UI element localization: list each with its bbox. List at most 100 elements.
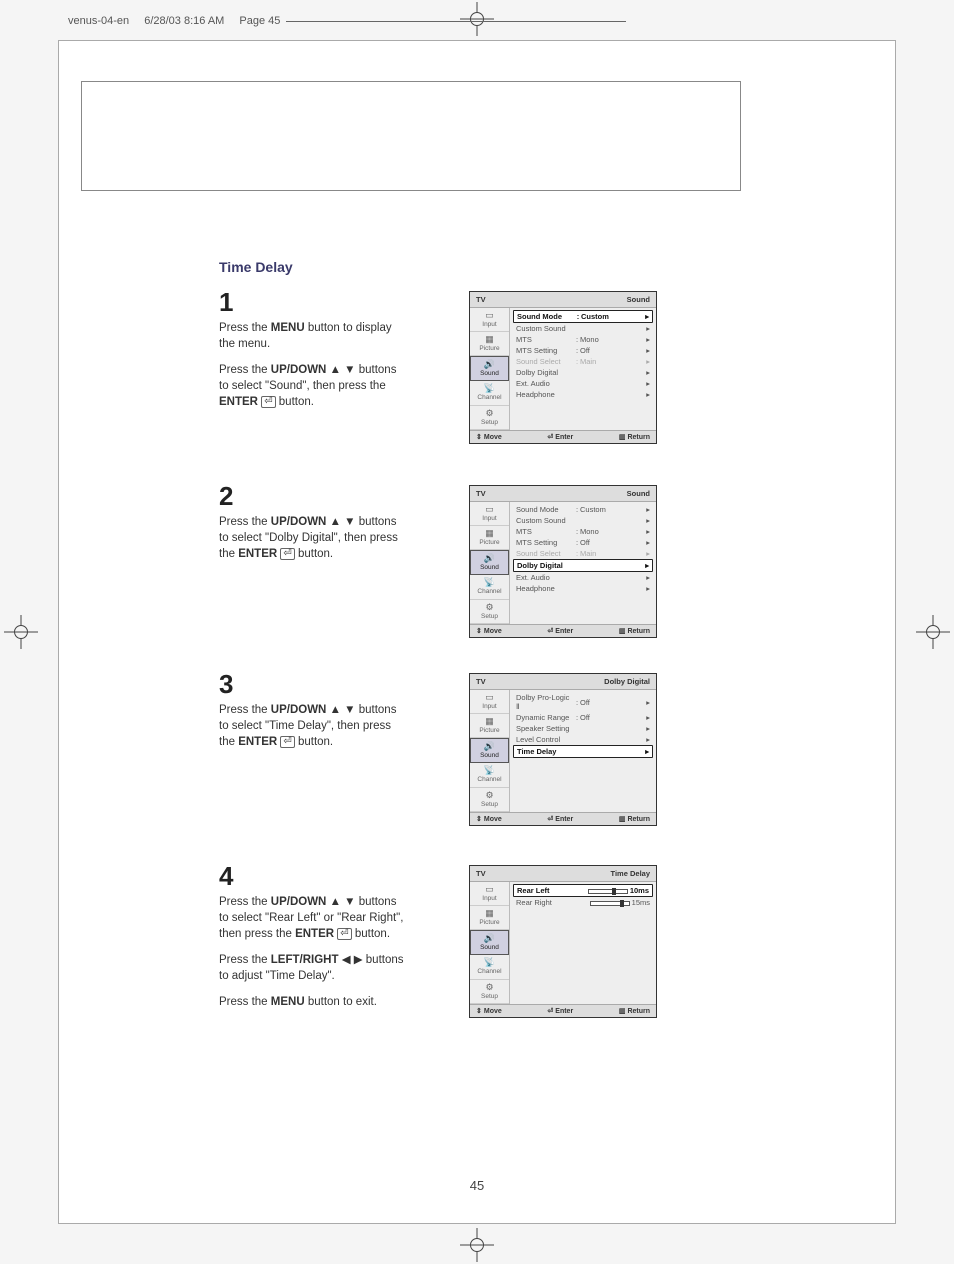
picture-icon: ▦: [472, 717, 507, 726]
option-label: Dynamic Range: [516, 713, 574, 722]
option-label: Sound Mode: [516, 505, 574, 514]
menu-title-right: Sound: [627, 295, 650, 304]
menu-footer: MoveEnterReturn: [470, 1004, 656, 1017]
slider-track[interactable]: [588, 889, 628, 894]
menu-option[interactable]: Sound Mode:Custom▸: [513, 310, 653, 323]
menu-option[interactable]: Dolby Digital▸: [513, 559, 653, 572]
menu-option[interactable]: Rear Left 10ms: [513, 884, 653, 897]
nav-item-channel[interactable]: 📡Channel: [470, 575, 509, 599]
step-text: Press the UP/DOWN ▲ ▼ buttons to select …: [219, 514, 409, 562]
step-paragraph: Press the UP/DOWN ▲ ▼ buttons to select …: [219, 894, 409, 942]
input-icon: ▭: [472, 885, 507, 894]
nav-item-channel[interactable]: 📡Channel: [470, 955, 509, 979]
osd-menu: TVTime Delay▭Input▦Picture🔊Sound📡Channel…: [469, 865, 657, 1018]
nav-item-input[interactable]: ▭Input: [470, 690, 509, 714]
input-icon: ▭: [472, 693, 507, 702]
nav-item-picture[interactable]: ▦Picture: [470, 714, 509, 738]
picture-icon: ▦: [472, 909, 507, 918]
step-paragraph: Press the UP/DOWN ▲ ▼ buttons to select …: [219, 362, 409, 410]
menu-option[interactable]: MTS:Mono▸: [513, 526, 653, 537]
nav-item-channel[interactable]: 📡Channel: [470, 763, 509, 787]
picture-icon: ▦: [472, 335, 507, 344]
nav-item-sound[interactable]: 🔊Sound: [470, 356, 509, 381]
chevron-right-icon: ▸: [642, 516, 650, 525]
slider-knob[interactable]: [620, 900, 624, 907]
nav-item-setup[interactable]: ⚙Setup: [470, 600, 509, 624]
nav-item-input[interactable]: ▭Input: [470, 502, 509, 526]
menu-title-right: Dolby Digital: [604, 677, 650, 686]
option-label: Ext. Audio: [516, 573, 574, 582]
menu-option[interactable]: MTS Setting:Off▸: [513, 345, 653, 356]
setup-icon: ⚙: [472, 983, 507, 992]
option-label: Sound Mode: [517, 312, 575, 321]
menu-option[interactable]: Dynamic Range:Off▸: [513, 712, 653, 723]
option-label: Speaker Setting: [516, 724, 574, 733]
chevron-right-icon: ▸: [642, 735, 650, 744]
menu-option[interactable]: Ext. Audio▸: [513, 572, 653, 583]
nav-item-input[interactable]: ▭Input: [470, 308, 509, 332]
menu-option[interactable]: Speaker Setting▸: [513, 723, 653, 734]
step-text: Press the UP/DOWN ▲ ▼ buttons to select …: [219, 702, 409, 750]
nav-item-sound[interactable]: 🔊Sound: [470, 738, 509, 763]
option-label: Level Control: [516, 735, 574, 744]
menu-title-left: TV: [476, 677, 486, 686]
step-paragraph: Press the UP/DOWN ▲ ▼ buttons to select …: [219, 702, 409, 750]
menu-option[interactable]: MTS Setting:Off▸: [513, 537, 653, 548]
chevron-right-icon: ▸: [642, 549, 650, 558]
chevron-right-icon: ▸: [642, 324, 650, 333]
chevron-right-icon: ▸: [642, 379, 650, 388]
nav-item-input[interactable]: ▭Input: [470, 882, 509, 906]
step-paragraph: Press the LEFT/RIGHT ◀ ▶ buttons to adju…: [219, 952, 409, 984]
chevron-right-icon: ▸: [642, 335, 650, 344]
option-value: Main: [580, 549, 642, 558]
step-paragraph: Press the MENU button to display the men…: [219, 320, 409, 352]
step-text: Press the MENU button to display the men…: [219, 320, 409, 410]
menu-option[interactable]: Ext. Audio ▸: [513, 378, 653, 389]
slider-track[interactable]: [590, 901, 630, 906]
nav-item-channel[interactable]: 📡Channel: [470, 381, 509, 405]
channel-icon: 📡: [472, 958, 507, 967]
footer-enter: Enter: [547, 627, 573, 635]
nav-item-picture[interactable]: ▦Picture: [470, 526, 509, 550]
registration-mark-icon: [916, 615, 950, 649]
menu-option[interactable]: Dolby Pro-Logic Ⅱ:Off▸: [513, 692, 653, 712]
instruction-step: 3Press the UP/DOWN ▲ ▼ buttons to select…: [219, 669, 759, 760]
menu-option[interactable]: Headphone▸: [513, 389, 653, 400]
nav-item-sound[interactable]: 🔊Sound: [470, 550, 509, 575]
menu-option[interactable]: Custom Sound▸: [513, 515, 653, 526]
header-placeholder-box: [81, 81, 741, 191]
footer-move: Move: [476, 1007, 502, 1015]
option-value: Off: [580, 346, 642, 355]
menu-option[interactable]: Sound Select:Main▸: [513, 548, 653, 559]
registration-mark-icon: [460, 1228, 494, 1262]
nav-item-setup[interactable]: ⚙Setup: [470, 788, 509, 812]
nav-item-setup[interactable]: ⚙Setup: [470, 980, 509, 1004]
menu-option[interactable]: Sound Select:Main▸: [513, 356, 653, 367]
footer-return: Return: [619, 627, 650, 635]
menu-option[interactable]: Custom Sound▸: [513, 323, 653, 334]
nav-item-picture[interactable]: ▦Picture: [470, 906, 509, 930]
print-crop-header: venus-04-en 6/28/03 8:16 AM Page 45: [68, 10, 954, 32]
step-paragraph: Press the UP/DOWN ▲ ▼ buttons to select …: [219, 514, 409, 562]
chevron-right-icon: ▸: [642, 390, 650, 399]
menu-option[interactable]: MTS:Mono▸: [513, 334, 653, 345]
nav-item-picture[interactable]: ▦Picture: [470, 332, 509, 356]
menu-option[interactable]: Level Control ▸: [513, 734, 653, 745]
nav-item-setup[interactable]: ⚙Setup: [470, 406, 509, 430]
nav-item-sound[interactable]: 🔊Sound: [470, 930, 509, 955]
menu-title-left: TV: [476, 295, 486, 304]
instruction-step: 2Press the UP/DOWN ▲ ▼ buttons to select…: [219, 481, 759, 572]
chevron-right-icon: ▸: [642, 584, 650, 593]
footer-enter: Enter: [547, 433, 573, 441]
menu-option[interactable]: Sound Mode:Custom▸: [513, 504, 653, 515]
print-doc-name: venus-04-en: [68, 15, 129, 27]
option-value: Custom: [581, 312, 641, 321]
option-value: 15ms: [632, 898, 650, 907]
slider-knob[interactable]: [612, 888, 616, 895]
option-label: Ext. Audio: [516, 379, 574, 388]
menu-option[interactable]: Headphone▸: [513, 583, 653, 594]
option-value: Off: [580, 698, 642, 707]
menu-option[interactable]: Rear Right 15ms: [513, 897, 653, 908]
menu-option[interactable]: Time Delay▸: [513, 745, 653, 758]
menu-option[interactable]: Dolby Digital▸: [513, 367, 653, 378]
